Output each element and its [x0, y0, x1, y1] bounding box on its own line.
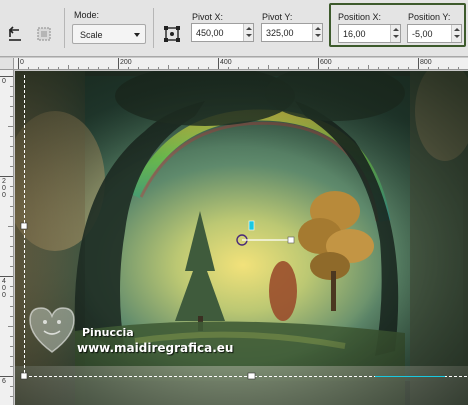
toolbar-separator [153, 8, 154, 48]
tool-options-toolbar: Mode: Scale Pivot X: 450,00 Pivot Y: 325… [0, 0, 468, 57]
heart-logo-icon [29, 307, 75, 353]
chevron-down-icon [134, 33, 140, 37]
ruler-horizontal[interactable]: 0 200 400 600 800 [14, 58, 468, 70]
ruler-ticks [18, 58, 459, 69]
position-y-field[interactable]: -5,00 [407, 24, 462, 43]
position-y-spinner[interactable] [451, 25, 461, 42]
ruler-label: 4 0 0 [2, 278, 6, 299]
ruler-label: 400 [220, 59, 232, 66]
ruler-vertical[interactable]: 0 2 0 0 4 0 0 6 [0, 70, 14, 405]
select-all-button[interactable] [34, 24, 54, 44]
watermark: Pinuccia www.maidiregrafica.eu [22, 300, 252, 360]
watermark-url: www.maidiregrafica.eu [77, 341, 234, 355]
ruler-label: 200 [120, 59, 132, 66]
pivot-x-value: 450,00 [196, 28, 224, 38]
reset-icon [8, 26, 21, 41]
pivot-x-spinner[interactable] [243, 24, 253, 41]
center-pivot-button[interactable] [162, 24, 182, 44]
mode-value: Scale [80, 30, 103, 40]
watermark-author: Pinuccia [82, 326, 134, 339]
pivot-y-value: 325,00 [266, 28, 294, 38]
ruler-label: 0 [20, 59, 24, 66]
position-y-label: Position Y: [408, 12, 451, 22]
ruler-label: 600 [320, 59, 332, 66]
pivot-icon [164, 26, 180, 42]
pivot-y-spinner[interactable] [312, 24, 322, 41]
ruler-ticks [0, 76, 13, 397]
toolbar-separator [64, 8, 65, 48]
ruler-corner [0, 58, 14, 70]
pivot-x-field[interactable]: 450,00 [191, 23, 254, 42]
pivot-y-label: Pivot Y: [262, 12, 293, 22]
position-x-field[interactable]: 16,00 [338, 24, 401, 43]
selection-icon [37, 27, 51, 41]
ruler-label: 6 [2, 378, 6, 385]
pivot-y-field[interactable]: 325,00 [261, 23, 323, 42]
position-x-label: Position X: [338, 12, 382, 22]
ruler-label: 800 [420, 59, 432, 66]
position-y-value: -5,00 [412, 29, 433, 39]
mode-label: Mode: [74, 10, 100, 20]
ruler-label: 0 [2, 78, 6, 85]
reset-rectangle-button[interactable] [5, 24, 25, 44]
position-x-value: 16,00 [343, 29, 366, 39]
position-x-spinner[interactable] [390, 25, 400, 42]
ruler-label: 2 0 0 [2, 178, 6, 199]
pivot-x-label: Pivot X: [192, 12, 224, 22]
mode-dropdown[interactable]: Scale [72, 24, 146, 44]
